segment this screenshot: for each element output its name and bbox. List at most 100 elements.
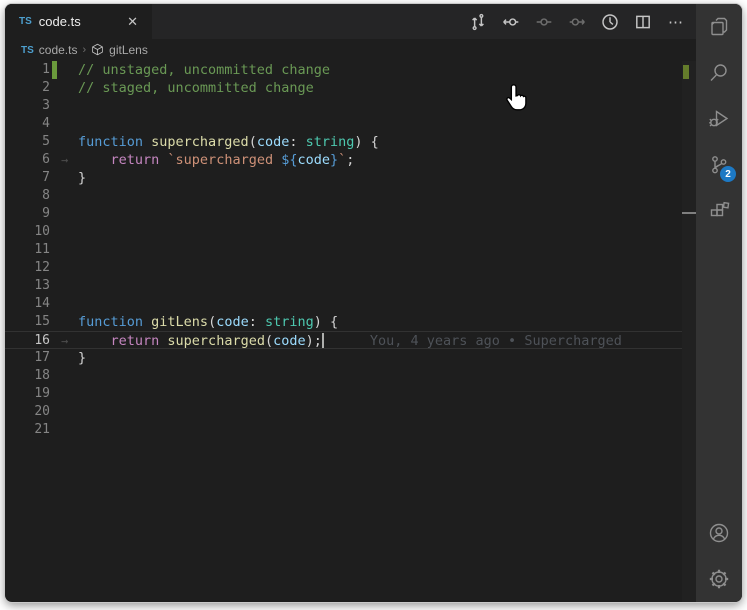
code-line-4[interactable]: 4 bbox=[5, 115, 682, 133]
token-param: code bbox=[273, 333, 306, 349]
tab-label: code.ts bbox=[38, 14, 81, 29]
marker-slot bbox=[57, 205, 78, 223]
code-line-7[interactable]: 7} bbox=[5, 169, 682, 187]
tab-whitespace-marker: → bbox=[61, 334, 69, 348]
line-content: // staged, uncommitted change bbox=[78, 79, 682, 97]
code-lines: 1 // unstaged, uncommitted change 2 // stag… bbox=[5, 61, 682, 602]
accounts-icon[interactable] bbox=[696, 510, 742, 556]
token-punc: : bbox=[248, 314, 265, 330]
token-param: code bbox=[216, 314, 249, 330]
line-number: 19 bbox=[34, 386, 50, 401]
code-line-2[interactable]: 2 // staged, uncommitted change bbox=[5, 79, 682, 97]
line-number: 20 bbox=[34, 404, 50, 419]
line-content: return `supercharged ${code}`; bbox=[78, 151, 682, 169]
line-number: 10 bbox=[34, 224, 50, 239]
sidebar-item-source-control[interactable]: 2 bbox=[696, 142, 742, 188]
code-line-12[interactable]: 12 bbox=[5, 259, 682, 277]
line-content: function supercharged(code: string) { bbox=[78, 133, 682, 151]
open-next-change-icon[interactable] bbox=[565, 10, 589, 34]
line-content bbox=[78, 367, 682, 385]
line-content bbox=[78, 259, 682, 277]
marker-slot bbox=[57, 169, 78, 187]
code-line-13[interactable]: 13 bbox=[5, 277, 682, 295]
token-fn: supercharged bbox=[167, 333, 265, 349]
line-content bbox=[78, 241, 682, 259]
line-number: 18 bbox=[34, 368, 50, 383]
code-line-17[interactable]: 17} bbox=[5, 349, 682, 367]
token-type: string bbox=[264, 314, 314, 330]
line-number: 6 bbox=[42, 152, 50, 167]
ruler-change-mark bbox=[683, 65, 689, 79]
marker-slot bbox=[57, 61, 78, 79]
line-number: 1 bbox=[42, 62, 50, 77]
code-line-9[interactable]: 9 bbox=[5, 205, 682, 223]
breadcrumb: TS code.ts › gitLens bbox=[5, 39, 696, 61]
line-content bbox=[78, 295, 682, 313]
settings-gear-icon[interactable] bbox=[696, 556, 742, 602]
marker-slot bbox=[57, 223, 78, 241]
code-line-20[interactable]: 20 bbox=[5, 403, 682, 421]
open-previous-change-icon[interactable] bbox=[499, 10, 523, 34]
sidebar-item-extensions[interactable] bbox=[696, 188, 742, 234]
line-content bbox=[78, 205, 682, 223]
more-actions-icon[interactable]: ⋯ bbox=[664, 10, 688, 34]
code-line-16[interactable]: 16 → return supercharged(code); You, 4 yea… bbox=[5, 331, 682, 349]
code-line-15[interactable]: 15 function gitLens(code: string) { bbox=[5, 313, 682, 331]
gitlens-blame-annotation[interactable]: You, 4 years ago • Supercharged bbox=[370, 333, 622, 349]
typescript-file-icon: TS bbox=[19, 16, 32, 27]
tab-code-ts[interactable]: TS code.ts ✕ bbox=[5, 4, 152, 39]
split-editor-icon[interactable] bbox=[631, 10, 655, 34]
line-content bbox=[78, 277, 682, 295]
line-content bbox=[78, 385, 682, 403]
code-line-18[interactable]: 18 bbox=[5, 367, 682, 385]
breadcrumb-file[interactable]: code.ts bbox=[39, 43, 78, 57]
line-content: } bbox=[78, 349, 682, 367]
marker-slot bbox=[57, 385, 78, 403]
code-line-14[interactable]: 14 bbox=[5, 295, 682, 313]
code-line-19[interactable]: 19 bbox=[5, 385, 682, 403]
token-interp: ${ bbox=[281, 152, 298, 168]
token-ctrl: return bbox=[110, 333, 168, 349]
code-line-1[interactable]: 1 // unstaged, uncommitted change bbox=[5, 61, 682, 79]
token-interp: } bbox=[330, 152, 339, 168]
line-content: } bbox=[78, 169, 682, 187]
code-line-3[interactable]: 3 bbox=[5, 97, 682, 115]
line-number: 5 bbox=[42, 134, 50, 149]
editor-tab-bar: TS code.ts ✕ ⋯ bbox=[5, 4, 696, 39]
code-line-6[interactable]: 6 → return `supercharged ${code}`; bbox=[5, 151, 682, 169]
token-cm: // staged, uncommitted change bbox=[78, 80, 314, 96]
line-number: 7 bbox=[42, 170, 50, 185]
line-number: 9 bbox=[42, 206, 50, 221]
sidebar-item-search[interactable] bbox=[696, 50, 742, 96]
line-number: 16 bbox=[34, 333, 50, 348]
token-punc: ( bbox=[264, 333, 274, 349]
tab-close-icon[interactable]: ✕ bbox=[123, 12, 142, 32]
line-number: 17 bbox=[34, 350, 50, 365]
marker-slot bbox=[57, 367, 78, 385]
breadcrumb-symbol[interactable]: gitLens bbox=[109, 43, 148, 57]
marker-slot bbox=[57, 313, 78, 331]
open-change-icon[interactable] bbox=[532, 10, 556, 34]
sidebar-item-explorer[interactable] bbox=[696, 4, 742, 50]
code-line-21[interactable]: 21 bbox=[5, 421, 682, 439]
tab-whitespace-marker: → bbox=[61, 153, 69, 167]
marker-slot bbox=[57, 349, 78, 367]
code-line-5[interactable]: 5 function supercharged(code: string) { bbox=[5, 133, 682, 151]
token-fn: gitLens bbox=[151, 314, 209, 330]
line-number: 13 bbox=[34, 278, 50, 293]
code-line-11[interactable]: 11 bbox=[5, 241, 682, 259]
code-line-10[interactable]: 10 bbox=[5, 223, 682, 241]
gitlens-compare-icon[interactable] bbox=[466, 10, 490, 34]
line-content bbox=[78, 187, 682, 205]
code-line-8[interactable]: 8 bbox=[5, 187, 682, 205]
overview-ruler[interactable] bbox=[682, 61, 696, 602]
token-punc: ( bbox=[248, 134, 257, 150]
line-content: // unstaged, uncommitted change bbox=[78, 61, 682, 79]
marker-slot bbox=[57, 79, 78, 97]
sidebar-item-run-debug[interactable] bbox=[696, 96, 742, 142]
line-number: 14 bbox=[34, 296, 50, 311]
code-editor[interactable]: 1 // unstaged, uncommitted change 2 // stag… bbox=[5, 61, 696, 602]
marker-slot bbox=[57, 403, 78, 421]
vscode-window: TS code.ts ✕ ⋯ TS code.ts › gitLens 1 //… bbox=[5, 4, 742, 602]
file-history-icon[interactable] bbox=[598, 10, 622, 34]
